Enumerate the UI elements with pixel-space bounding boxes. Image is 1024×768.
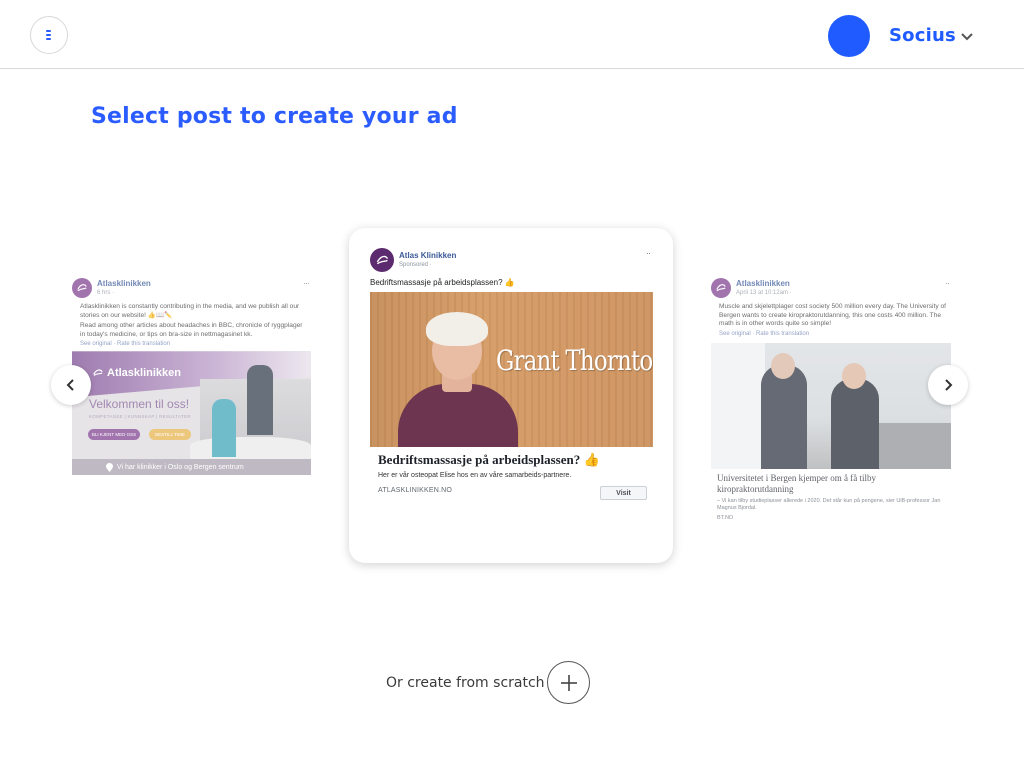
page-logo-icon	[370, 248, 394, 272]
top-header: Socius	[0, 0, 1024, 69]
chevron-down-icon[interactable]	[960, 32, 974, 42]
post-description: Her er vår osteopat Elise hos en av våre…	[378, 472, 572, 479]
post-meta: April 13 at 10:12am ·	[736, 290, 792, 296]
post-text-secondary: Read among other articles about headache…	[80, 322, 303, 338]
menu-icon	[46, 30, 52, 40]
post-card-left[interactable]: Atlasklinikken 6 hrs · ··· Atlasklinikke…	[72, 278, 311, 502]
post-description: – Vi kan tilby studieplasser allerede i …	[717, 497, 941, 511]
post-header: Atlasklinikken April 13 at 10:12am · ··	[711, 278, 951, 298]
image-brand: Atlasklinikken	[92, 367, 181, 379]
post-image: Grant Thornton	[370, 292, 653, 447]
translation-link: See original · Rate this translation	[80, 341, 171, 348]
carousel-prev-button[interactable]	[51, 365, 91, 405]
avatar[interactable]	[828, 15, 870, 57]
post-text: Bedriftsmassasje på arbeidsplassen? 👍	[370, 278, 515, 287]
post-text: Atlasklinikken is constantly contributin…	[80, 303, 300, 319]
post-meta: Sponsored ·	[399, 262, 432, 268]
image-footer: Vi har klinikker i Oslo og Bergen sentru…	[72, 459, 311, 476]
more-options-icon: ···	[303, 278, 310, 288]
post-headline: Bedriftsmassasje på arbeidsplassen? 👍	[378, 452, 600, 467]
more-options-icon: ··	[646, 248, 651, 258]
brand-logo-icon	[93, 369, 103, 377]
image-welcome: Velkommen til oss!	[89, 397, 190, 412]
post-headline: Universitetet i Bergen kjemper om å få t…	[717, 472, 877, 494]
translation-link: See original · Rate this translation	[719, 330, 810, 337]
image-button-1: BLI KJENT MED OSS	[88, 429, 140, 441]
chevron-left-icon	[66, 379, 74, 391]
post-header: Atlasklinikken 6 hrs · ···	[72, 278, 311, 298]
post-page-name: Atlas Klinikken	[399, 251, 457, 260]
post-page-name: Atlasklinikken	[97, 279, 151, 288]
chevron-right-icon	[945, 379, 953, 391]
post-page-name: Atlasklinikken	[736, 279, 790, 288]
carousel-next-button[interactable]	[928, 365, 968, 405]
image-brand: Grant Thornton	[496, 344, 653, 377]
post-text: Muscle and skjelettplager cost society 5…	[719, 303, 946, 328]
page-logo-icon	[711, 278, 731, 298]
plus-icon	[560, 674, 577, 691]
more-options-icon: ··	[945, 278, 950, 288]
create-from-scratch-label: Or create from scratch	[386, 675, 545, 691]
location-pin-icon	[106, 462, 113, 472]
visit-button[interactable]: Visit	[600, 486, 647, 500]
post-meta: 6 hrs ·	[97, 290, 115, 296]
post-card-selected[interactable]: Atlas Klinikken Sponsored · ·· Bedriftsm…	[349, 228, 673, 563]
post-link-url: BT.NO	[717, 514, 734, 521]
page-title: Select post to create your ad	[91, 104, 458, 129]
menu-button[interactable]	[30, 16, 68, 54]
image-button-2: BESTILL TIME	[149, 429, 191, 441]
account-name[interactable]: Socius	[889, 25, 956, 46]
image-subtitle: KOMPETANSE | KUNNSKAP | RESULTATER	[89, 414, 191, 420]
post-carousel: Atlasklinikken 6 hrs · ··· Atlasklinikke…	[0, 220, 1024, 580]
post-header: Atlas Klinikken Sponsored · ··	[370, 248, 652, 272]
create-from-scratch-button[interactable]	[547, 661, 590, 704]
post-card-right[interactable]: Atlasklinikken April 13 at 10:12am · ·· …	[711, 278, 951, 534]
post-image	[711, 342, 951, 469]
page-logo-icon	[72, 278, 92, 298]
post-image: Atlasklinikken Velkommen til oss! KOMPET…	[72, 351, 311, 476]
